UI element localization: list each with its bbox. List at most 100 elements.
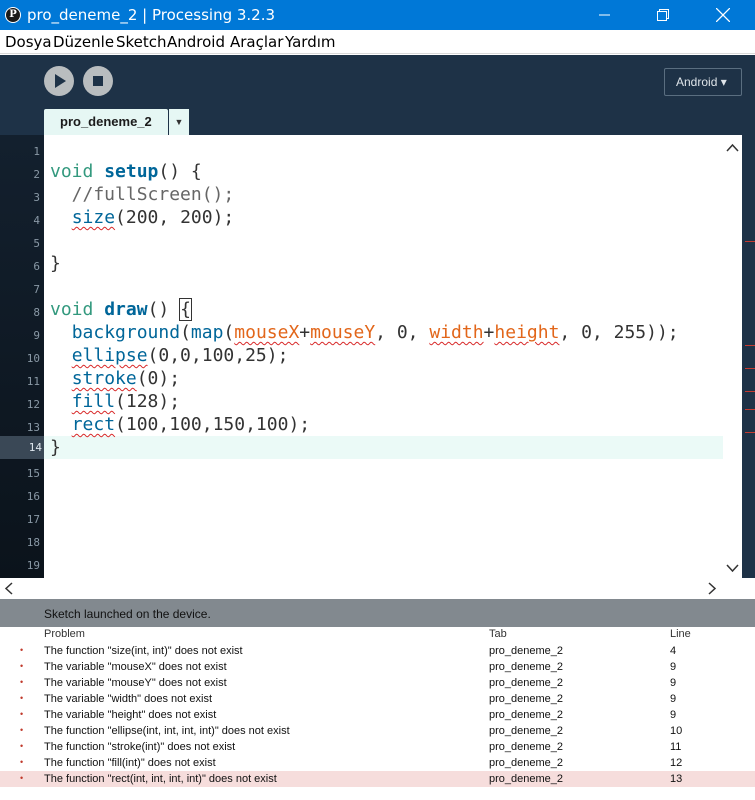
editor-header: Android ▾ pro_deneme_2 ▼ [0, 55, 755, 135]
menu-dosya[interactable]: Dosya [5, 33, 52, 51]
tab-column-header[interactable]: Tab [489, 628, 507, 640]
menu-duzenle[interactable]: Düzenle [53, 33, 114, 51]
line-column-header[interactable]: Line [670, 628, 691, 640]
line-number: 3 [33, 191, 40, 204]
tab-menu-arrow-icon[interactable]: ▼ [169, 109, 189, 135]
run-button[interactable] [44, 66, 74, 96]
stop-button[interactable] [83, 66, 113, 96]
title-bar: P pro_deneme_2 | Processing 3.2.3 [0, 0, 755, 30]
error-marker[interactable] [745, 432, 755, 433]
code-line-8: void draw() { [50, 298, 192, 321]
problem-description: The function "rect(int, int, int, int)" … [44, 773, 277, 785]
restore-button[interactable] [633, 0, 693, 30]
current-line-highlight [44, 436, 723, 459]
menu-sketch[interactable]: Sketch [116, 33, 167, 51]
error-marker[interactable] [745, 241, 755, 242]
code-line-4: size(200, 200); [71, 207, 235, 228]
line-number: 1 [33, 145, 40, 158]
problem-row[interactable]: • The function "ellipse(int, int, int, in… [0, 723, 755, 739]
scroll-up-icon[interactable] [723, 139, 742, 159]
error-marker-strip [742, 135, 755, 578]
error-bullet-icon: • [20, 645, 24, 655]
scroll-down-icon[interactable] [723, 557, 742, 577]
error-bullet-icon: • [20, 677, 24, 687]
menu-araclar[interactable]: Araçlar [230, 33, 283, 51]
minimize-button[interactable] [575, 0, 635, 30]
line-number: 16 [26, 490, 40, 503]
problem-row[interactable]: • The variable "width" does not exist pro_… [0, 691, 755, 707]
close-icon [716, 8, 730, 22]
problem-tab: pro_deneme_2 [489, 757, 564, 769]
line-number: 10 [26, 352, 40, 365]
problem-line: 9 [670, 709, 677, 721]
close-button[interactable] [693, 0, 753, 30]
problem-row[interactable]: • The variable "mouseY" does not exist pro… [0, 675, 755, 691]
horizontal-scrollbar[interactable] [0, 578, 755, 599]
mode-selector[interactable]: Android ▾ [664, 68, 742, 96]
error-bullet-icon: • [20, 661, 24, 671]
code-line-2: void setup() { [50, 161, 202, 182]
problem-tab: pro_deneme_2 [489, 677, 564, 689]
problem-row[interactable]: • The function "fill(int)" does not exist… [0, 755, 755, 771]
code-line-9: background(map(mouseX+mouseY, 0, width+h… [71, 322, 679, 343]
problem-row[interactable]: • The variable "mouseX" does not exist pro… [0, 659, 755, 675]
problem-column-header[interactable]: Problem [44, 628, 85, 640]
problem-row[interactable]: • The function "size(int, int)" does not … [0, 643, 755, 659]
problem-row[interactable]: • The variable "height" does not exist pro… [0, 707, 755, 723]
menu-yardim[interactable]: Yardım [285, 33, 336, 51]
code-line-11: stroke(0); [71, 368, 181, 389]
line-number: 12 [26, 398, 40, 411]
status-message: Sketch launched on the device. [44, 607, 211, 621]
problem-tab: pro_deneme_2 [489, 741, 564, 753]
error-bullet-icon: • [20, 693, 24, 703]
line-number: 8 [33, 306, 40, 319]
problem-description: The variable "height" does not exist [44, 709, 217, 721]
problem-description: The function "ellipse(int, int, int, int… [44, 725, 290, 737]
line-number: 15 [26, 467, 40, 480]
line-number: 19 [26, 559, 40, 572]
problem-description: The variable "mouseX" does not exist [44, 661, 227, 673]
code-editor[interactable]: void setup() { //fullScreen(); size(200,… [44, 135, 723, 578]
line-number-active: 14 [0, 436, 44, 459]
window-title: pro_deneme_2 | Processing 3.2.3 [27, 6, 276, 24]
error-bullet-icon: • [20, 741, 24, 751]
line-number: 11 [26, 375, 40, 388]
line-number: 5 [33, 237, 40, 250]
code-line-6: } [50, 253, 61, 274]
scroll-left-icon[interactable] [2, 578, 18, 599]
problem-line: 9 [670, 677, 677, 689]
problem-description: The function "size(int, int)" does not e… [44, 645, 243, 657]
vertical-scrollbar[interactable] [723, 135, 742, 578]
line-number: 13 [26, 421, 40, 434]
error-bullet-icon: • [20, 725, 24, 735]
error-marker[interactable] [745, 391, 755, 392]
scroll-right-icon[interactable] [704, 578, 720, 599]
problem-line: 4 [670, 645, 677, 657]
error-marker[interactable] [745, 345, 755, 346]
code-line-3: //fullScreen(); [50, 184, 235, 205]
problems-panel: Problem Tab Line • The function "size(int… [0, 627, 755, 800]
problem-line: 11 [670, 741, 682, 753]
error-marker[interactable] [745, 368, 755, 369]
line-number: 7 [33, 283, 40, 296]
menu-android[interactable]: Android [167, 33, 225, 51]
tab-pro-deneme-2[interactable]: pro_deneme_2 [44, 109, 168, 135]
console-status-bar: Sketch launched on the device. [0, 599, 755, 627]
error-bullet-icon: • [20, 773, 24, 783]
problem-description: The variable "width" does not exist [44, 693, 213, 705]
problem-row[interactable]: • The function "stroke(int)" does not exi… [0, 739, 755, 755]
code-line-14: } [50, 437, 61, 458]
code-line-13: rect(100,100,150,100); [71, 414, 311, 435]
error-bullet-icon: • [20, 709, 24, 719]
line-number: 17 [26, 513, 40, 526]
line-number: 18 [26, 536, 40, 549]
line-number: 4 [33, 214, 40, 227]
problem-row[interactable]: • The function "rect(int, int, int, int)"… [0, 771, 755, 787]
menu-bar: Dosya Düzenle Sketch Android Araçlar Yar… [0, 30, 755, 54]
problem-description: The variable "mouseY" does not exist [44, 677, 227, 689]
error-marker[interactable] [745, 409, 755, 410]
problem-description: The function "stroke(int)" does not exis… [44, 741, 236, 753]
problem-line: 12 [670, 757, 683, 769]
problem-line: 10 [670, 725, 683, 737]
problem-tab: pro_deneme_2 [489, 725, 564, 737]
